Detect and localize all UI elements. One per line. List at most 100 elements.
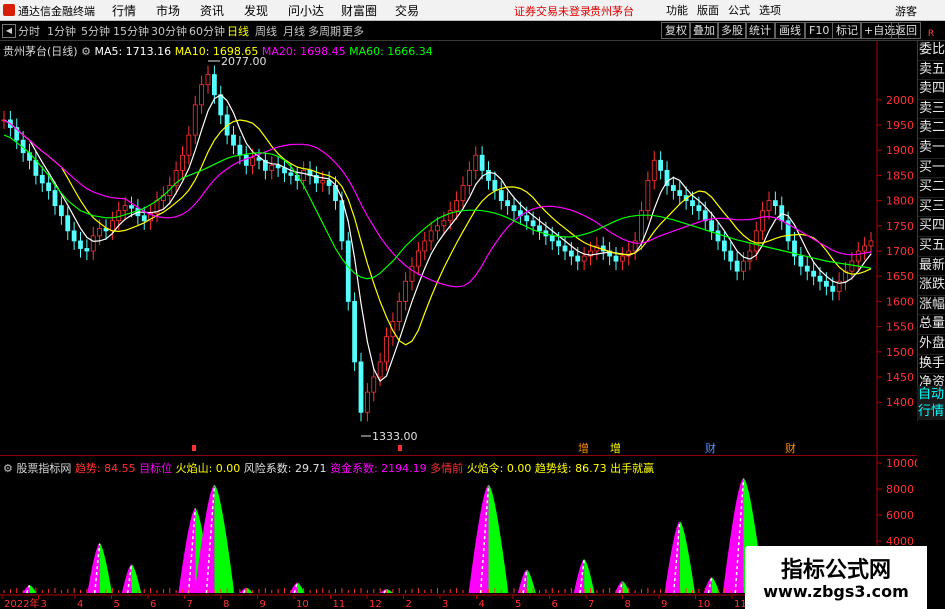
indicator-peak-right xyxy=(246,587,253,593)
settings-gear-icon[interactable]: ⚙ xyxy=(81,45,91,58)
tab-1min[interactable]: 1分钟 xyxy=(47,23,76,39)
sidebar-item-buy3[interactable]: 买三 xyxy=(918,198,945,218)
watermark-url: www.zbgs3.com xyxy=(763,582,909,601)
sidebar-item-sell3[interactable]: 卖三 xyxy=(918,100,945,120)
time-axis-label: 6 xyxy=(552,599,558,609)
candle-body xyxy=(670,185,676,191)
tab-monthly[interactable]: 月线 xyxy=(283,23,305,39)
mark-button[interactable]: 标记 xyxy=(832,22,862,39)
candle-body xyxy=(231,134,236,146)
tab-weekly[interactable]: 周线 xyxy=(255,23,277,39)
candle-body xyxy=(862,245,868,252)
menu-wealth[interactable]: 财富圈 xyxy=(341,2,377,19)
menu-market[interactable]: 市场 xyxy=(156,2,180,19)
candle-body xyxy=(52,190,58,207)
time-axis-label: 2 xyxy=(406,599,412,609)
menu-options[interactable]: 选项 xyxy=(759,2,781,18)
candle-body xyxy=(301,169,307,181)
candle-body xyxy=(250,157,256,166)
menu-formula[interactable]: 公式 xyxy=(728,2,750,18)
candle-body xyxy=(122,205,128,212)
candle-body xyxy=(734,260,740,272)
candle-body xyxy=(199,84,205,106)
app-logo-icon xyxy=(3,4,15,16)
time-axis-label: 9 xyxy=(260,599,266,609)
watermark-badge: 指标公式网 www.zbgs3.com xyxy=(745,546,927,609)
candle-body xyxy=(211,74,217,96)
sidebar-item-change[interactable]: 涨跌 xyxy=(918,276,945,296)
menu-xiaoda[interactable]: 问小达 xyxy=(288,2,324,19)
sidebar-item-change-pct[interactable]: 涨幅 xyxy=(918,296,945,316)
multi-stock-button[interactable]: 多股 xyxy=(717,22,747,39)
candle-body xyxy=(97,227,103,237)
price-chart[interactable]: 2000 1950 1900 1850 1800 1750 1700 1650 1600 1550… xyxy=(0,41,917,609)
indicator-gear-icon[interactable]: ⚙ xyxy=(3,462,13,475)
candle-body xyxy=(269,164,275,171)
menu-trade[interactable]: 交易 xyxy=(395,2,419,19)
candle-body xyxy=(568,250,574,257)
overlay-button[interactable]: 叠加 xyxy=(689,22,719,39)
indicator-peak-right xyxy=(214,485,235,593)
tab-60min[interactable]: 60分钟 xyxy=(189,23,225,39)
menu-quotes[interactable]: 行情 xyxy=(112,2,136,19)
price-axis-label: 1700 xyxy=(886,245,914,258)
indicator-axis-label: 10000 xyxy=(886,457,917,470)
sidebar-item-sell1[interactable]: 卖一 xyxy=(918,139,945,159)
tab-timeshare[interactable]: 分时 xyxy=(18,23,40,39)
sidebar-item-turnover[interactable]: 换手 xyxy=(918,355,945,375)
price-axis-label: 1600 xyxy=(886,295,914,308)
sidebar-item-sell4[interactable]: 卖四 xyxy=(918,80,945,100)
sidebar-item-sell5[interactable]: 卖五 xyxy=(918,61,945,81)
candle-body xyxy=(855,250,861,262)
tab-more[interactable]: 更多 xyxy=(342,23,364,39)
candle-body xyxy=(218,94,224,116)
login-status[interactable]: 证券交易未登录 xyxy=(514,3,591,19)
menu-news[interactable]: 资讯 xyxy=(200,2,224,19)
sidebar-item-buy4[interactable]: 买四 xyxy=(918,217,945,237)
ma10-value: MA10: 1698.65 xyxy=(174,45,259,58)
menu-discover[interactable]: 发现 xyxy=(244,2,268,19)
user-guest[interactable]: 游客 xyxy=(895,3,917,19)
candle-body xyxy=(753,230,759,252)
candle-body xyxy=(205,74,211,86)
sidebar-item-volume[interactable]: 总量 xyxy=(918,315,945,335)
menu-function[interactable]: 功能 xyxy=(666,2,688,18)
sidebar-item-sell2[interactable]: 卖二 xyxy=(918,119,945,139)
candle-body xyxy=(237,144,243,156)
time-axis-label: 3 xyxy=(41,599,47,609)
indicator-wealth: 资金系数: 2194.19 xyxy=(329,462,427,475)
nav-back-icon[interactable]: ◀ xyxy=(2,24,16,38)
time-axis-label: 10 xyxy=(296,599,309,609)
sidebar-item-last[interactable]: 最新 xyxy=(918,257,945,277)
candle-body xyxy=(830,285,836,292)
tab-15min[interactable]: 15分钟 xyxy=(113,23,149,39)
tab-30min[interactable]: 30分钟 xyxy=(151,23,187,39)
sidebar-item-buy2[interactable]: 买二 xyxy=(918,178,945,198)
tab-5min[interactable]: 5分钟 xyxy=(81,23,110,39)
restore-rights-button[interactable]: 复权 xyxy=(661,22,691,39)
sidebar-item-buy1[interactable]: 买一 xyxy=(918,159,945,179)
candle-body xyxy=(275,164,281,169)
sidebar-r-label: R xyxy=(927,29,935,39)
sidebar-item-outer[interactable]: 外盘 xyxy=(918,335,945,355)
draw-line-button[interactable]: 画线 xyxy=(775,22,805,39)
f10-button[interactable]: F10 xyxy=(805,22,834,39)
indicator-peak-left xyxy=(573,559,585,593)
quote-sidebar: 委比 卖五 卖四 卖三 卖二 卖一 买一 买二 买三 买四 买五 最新 涨跌 涨… xyxy=(917,41,945,421)
candle-body xyxy=(358,361,364,413)
tab-daily[interactable]: 日线 xyxy=(227,23,249,39)
indicator-trend: 趋势: 84.55 xyxy=(74,462,136,475)
price-axis-label: 1550 xyxy=(886,321,914,334)
candle-body xyxy=(498,190,504,202)
sidebar-item-buy5[interactable]: 买五 xyxy=(918,237,945,257)
menu-layout[interactable]: 版面 xyxy=(697,2,719,18)
statistics-button[interactable]: 统计 xyxy=(745,22,775,39)
pane-divider[interactable] xyxy=(0,455,917,456)
tab-multi-period[interactable]: 多周期 xyxy=(308,23,341,39)
tab-auto[interactable]: 自动 xyxy=(917,386,945,403)
candle-body xyxy=(345,240,351,302)
tab-quote-detail[interactable]: 行情 xyxy=(917,403,945,420)
time-axis-label: 5 xyxy=(515,599,521,609)
sidebar-item-weibi[interactable]: 委比 xyxy=(918,41,945,61)
indicator-name[interactable]: 股票指标网 xyxy=(16,462,71,475)
